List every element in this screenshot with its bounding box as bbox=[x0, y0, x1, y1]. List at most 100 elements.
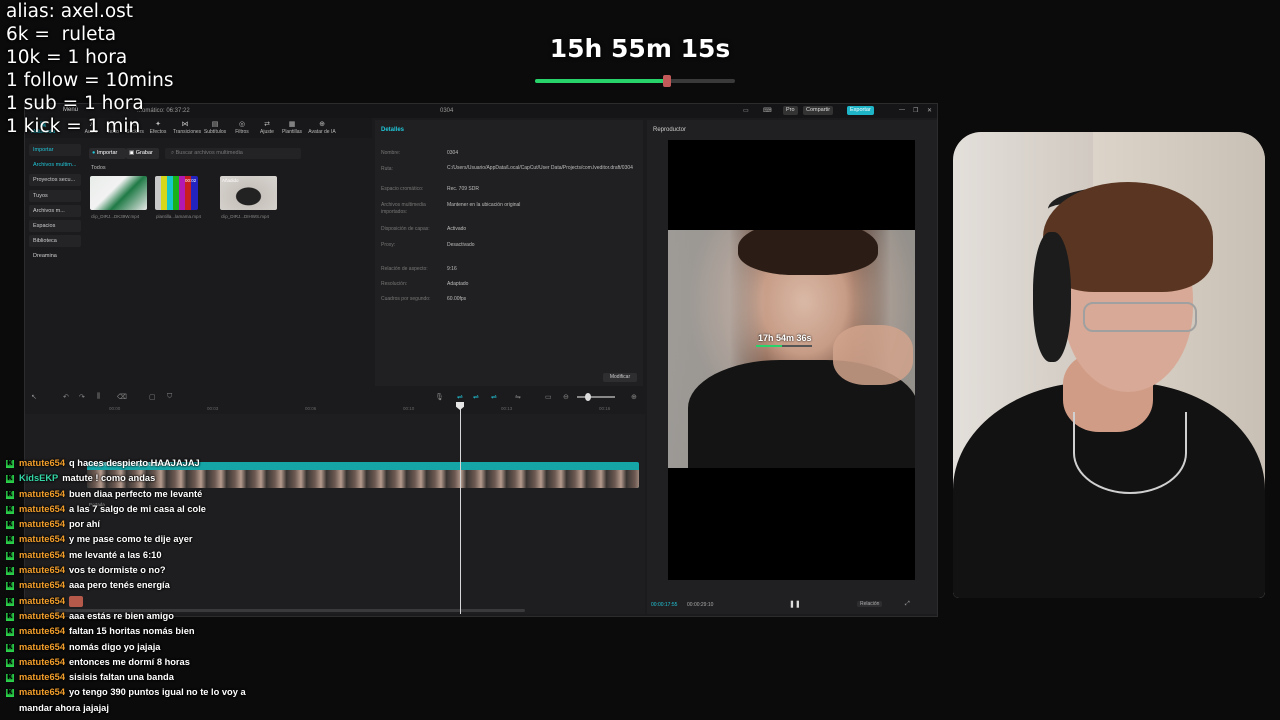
split-icon[interactable]: ⫼ bbox=[97, 393, 100, 401]
detail-value: C:/Users/Usuario/AppData/Local/CapCut/Us… bbox=[447, 165, 633, 171]
zoom-in-icon[interactable]: ⊕ bbox=[631, 393, 637, 401]
chat-text: matute ! como andas bbox=[62, 473, 156, 484]
snap-icon[interactable]: ⇌ bbox=[473, 393, 479, 401]
media-thumbnail[interactable] bbox=[90, 176, 147, 210]
microphone-icon[interactable]: 🎙 bbox=[435, 393, 444, 401]
webcam-feed bbox=[953, 132, 1265, 598]
rule-line: 10k = 1 hora bbox=[6, 47, 128, 68]
sidebar-item-projects[interactable]: Proyectos secu... bbox=[29, 174, 81, 187]
chat-message: Kmatute654 entonces me dormí 8 horas bbox=[6, 655, 266, 670]
chat-overlay: Kmatute654 q haces despierto HAAJAJAJ K Kid… bbox=[6, 456, 266, 716]
chat-username[interactable]: matute654 bbox=[19, 580, 65, 590]
sidebar-item-dreamina[interactable]: Dreamina bbox=[29, 250, 81, 262]
chat-username[interactable]: matute654 bbox=[19, 519, 65, 529]
chat-text: por ahí bbox=[69, 519, 100, 530]
tab-adjust[interactable]: ⇄ Ajuste bbox=[255, 121, 279, 135]
close-icon[interactable]: ✕ bbox=[927, 107, 932, 114]
chat-message: Kmatute654 q haces despierto HAAJAJAJ bbox=[6, 456, 266, 471]
stream-rules-overlay: alias: axel.ost 6k = ruleta 10k = 1 hora… bbox=[6, 0, 174, 138]
ruler-tick: 00:13 bbox=[501, 406, 513, 411]
kick-badge-icon: K bbox=[6, 475, 14, 484]
playhead-line[interactable] bbox=[460, 404, 461, 614]
layout-icon[interactable]: ▭ bbox=[743, 107, 749, 114]
pause-icon[interactable]: ❚❚ bbox=[789, 600, 801, 608]
rule-line: 6k = ruleta bbox=[6, 24, 117, 45]
keyboard-icon[interactable]: ⌨ bbox=[763, 107, 772, 114]
redo-icon[interactable]: ↷ bbox=[79, 393, 85, 401]
chat-message: Kmatute654 sisisis faltan una banda bbox=[6, 670, 266, 685]
tab-subtitles[interactable]: ▤ Subtítulos bbox=[203, 121, 227, 135]
link-icon[interactable]: ⇌ bbox=[457, 393, 463, 401]
sidebar-item-library[interactable]: Biblioteca bbox=[29, 235, 81, 248]
sidebar-item-media[interactable]: Archivos m... bbox=[29, 204, 81, 217]
media-search-input[interactable]: ⌕ Buscar archivos multimedia bbox=[165, 148, 301, 159]
zoom-out-icon[interactable]: ⊖ bbox=[563, 393, 569, 401]
kick-badge-icon: K bbox=[6, 490, 14, 499]
chat-username[interactable]: KidsEKP bbox=[19, 473, 58, 483]
current-time: 00:00:17:55 bbox=[651, 602, 678, 608]
clip-name: clip_DIRJ...DK39W.mp4 bbox=[91, 214, 140, 219]
rule-line: 1 follow = 10mins bbox=[6, 70, 174, 91]
chat-username[interactable]: matute654 bbox=[19, 687, 65, 697]
audio-split-icon[interactable]: ⇋ bbox=[515, 393, 521, 401]
aspect-ratio-button[interactable]: Relación bbox=[857, 601, 883, 607]
sidebar-item-media-files[interactable]: Archivos multim... bbox=[29, 159, 81, 171]
record-button[interactable]: ▣ Grabar bbox=[126, 148, 159, 159]
modify-button[interactable]: Modificar bbox=[603, 373, 637, 382]
sidebar-item-yours[interactable]: Tuyos bbox=[29, 189, 81, 202]
chat-username[interactable]: matute654 bbox=[19, 489, 65, 499]
chat-username[interactable]: matute654 bbox=[19, 642, 65, 652]
chat-username[interactable]: matute654 bbox=[19, 611, 65, 621]
player-viewport[interactable]: 17h 54m 36s bbox=[668, 140, 915, 580]
chat-username[interactable]: matute654 bbox=[19, 672, 65, 682]
chat-text: entonces me dormí 8 horas bbox=[69, 656, 190, 667]
select-tool-icon[interactable]: ↖ bbox=[31, 393, 37, 401]
details-panel: Detalles Nombre: 0304 Ruta: C:/Users/Usu… bbox=[375, 120, 643, 386]
maximize-icon[interactable]: ❐ bbox=[913, 107, 918, 114]
minimize-icon[interactable]: — bbox=[899, 107, 905, 113]
chat-username[interactable]: matute654 bbox=[19, 657, 65, 667]
export-button[interactable]: Exportar bbox=[847, 106, 874, 115]
shield-icon[interactable]: ⛉ bbox=[167, 393, 172, 401]
clip-name: clip_DIRJ...DIHWS.mp4 bbox=[221, 214, 270, 219]
share-button[interactable]: Compartir bbox=[803, 106, 834, 115]
chat-username[interactable]: matute654 bbox=[19, 596, 65, 606]
chat-username[interactable]: matute654 bbox=[19, 534, 65, 544]
sidebar-item-import[interactable]: Importar bbox=[29, 144, 81, 156]
chat-username[interactable]: matute654 bbox=[19, 565, 65, 575]
detail-label: Archivos multimedia importados: bbox=[381, 202, 426, 215]
tab-ai-avatar[interactable]: ⊕ Avatar de IA bbox=[307, 121, 337, 135]
preview-axis-icon[interactable]: ⇌ bbox=[491, 393, 497, 401]
detail-value: 0304 bbox=[447, 150, 459, 156]
tab-transitions[interactable]: ⋈ Transiciones bbox=[173, 121, 201, 135]
video-overlay-timer-bar bbox=[756, 345, 812, 347]
tab-templates[interactable]: ▦ Plantillas bbox=[280, 121, 304, 135]
subathon-timer: 15h 55m 15s bbox=[549, 34, 731, 63]
kick-badge-icon: K bbox=[6, 689, 14, 698]
chat-message: Kmatute654 me levanté a las 6:10 bbox=[6, 548, 266, 563]
delete-icon[interactable]: ⌫ bbox=[117, 393, 127, 401]
pro-button[interactable]: Pro bbox=[783, 106, 798, 115]
kick-badge-icon: K bbox=[6, 628, 14, 637]
chat-message: Kmatute654 yo tengo 390 puntos igual no t… bbox=[6, 685, 266, 716]
undo-icon[interactable]: ↶ bbox=[63, 393, 69, 401]
chat-text: aaa estás re bien amigo bbox=[69, 610, 174, 621]
chat-username[interactable]: matute654 bbox=[19, 550, 65, 560]
zoom-slider[interactable] bbox=[577, 393, 615, 401]
detail-value: Activado bbox=[447, 226, 467, 232]
import-button[interactable]: ● Importar bbox=[89, 148, 126, 159]
tab-filters[interactable]: ◎ Filtros bbox=[230, 121, 254, 135]
chat-username[interactable]: matute654 bbox=[19, 504, 65, 514]
total-time: 00:00:29:10 bbox=[687, 602, 714, 608]
project-title: 0304 bbox=[440, 108, 454, 114]
sidebar-item-spaces[interactable]: Espacios bbox=[29, 219, 81, 232]
kick-badge-icon: K bbox=[6, 582, 14, 591]
fullscreen-icon[interactable]: ⤢ bbox=[905, 601, 910, 608]
chat-text: me levanté a las 6:10 bbox=[69, 549, 162, 560]
chat-username[interactable]: matute654 bbox=[19, 458, 65, 468]
chat-message: Kmatute654 faltan 15 horitas nomás bien bbox=[6, 624, 266, 639]
chat-username[interactable]: matute654 bbox=[19, 626, 65, 636]
freeze-icon[interactable]: ▢ bbox=[149, 393, 156, 401]
chat-message: Kmatute654 por ahí bbox=[6, 517, 266, 532]
captions-icon[interactable]: ▭ bbox=[545, 393, 552, 401]
